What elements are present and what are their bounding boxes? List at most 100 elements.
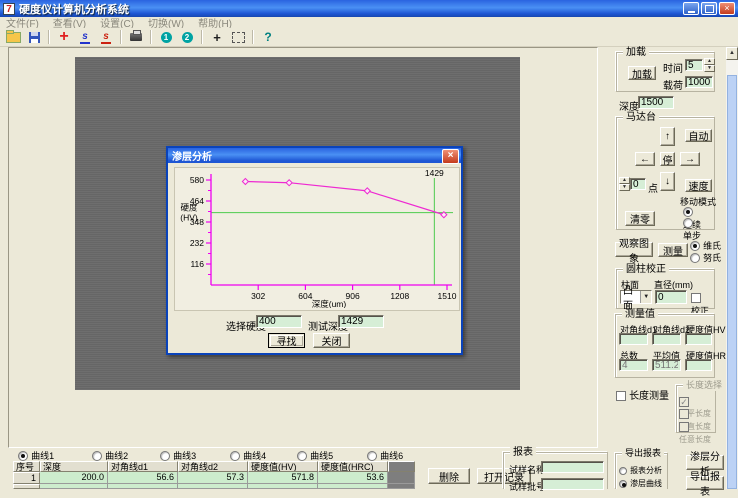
objective-2-icon[interactable]: 2 bbox=[178, 30, 196, 45]
sample-name-label: 试样名称 bbox=[509, 463, 545, 476]
svg-text:232: 232 bbox=[190, 238, 204, 248]
layer-curve-radio[interactable]: 渗层曲线 bbox=[619, 477, 662, 489]
chart-area: 142958046434823211630260490612081510硬度(H… bbox=[174, 167, 460, 311]
open-file-icon[interactable] bbox=[4, 30, 22, 45]
save-icon[interactable] bbox=[25, 30, 43, 45]
load-group-title: 加载 bbox=[623, 47, 649, 58]
total-value-field bbox=[619, 359, 648, 371]
svg-text:302: 302 bbox=[251, 291, 265, 301]
report-group: 报表 试样名称 试样批号 bbox=[503, 452, 608, 489]
diameter-input[interactable] bbox=[655, 290, 687, 304]
motor-auto-button[interactable]: 自动 bbox=[685, 129, 712, 142]
close-button[interactable]: × bbox=[719, 2, 735, 15]
sample-batch-input[interactable] bbox=[541, 478, 604, 490]
load-button[interactable]: 加载 bbox=[628, 66, 656, 80]
avg-value-field bbox=[652, 359, 681, 371]
clear-zero-button[interactable]: 清零 bbox=[625, 211, 655, 226]
dialog-title-bar[interactable]: 渗层分析 × bbox=[168, 148, 461, 163]
standard-block-2-icon[interactable]: s bbox=[97, 30, 115, 45]
sample-name-input[interactable] bbox=[541, 461, 604, 473]
marquee-icon[interactable] bbox=[229, 30, 247, 45]
control-panel: 加载 加载 时间 ▲▼ 载荷 深度 马达台 ↑ 自动 ← 停 → ↓ ▲▼ 点 … bbox=[600, 47, 726, 489]
sample-batch-label: 试样批号 bbox=[509, 480, 545, 493]
app-icon: 7 bbox=[3, 3, 15, 15]
measurement-table: 序号 深度 对角线d1 对角线d2 硬度值(HV) 硬度值(HRC) 1 200… bbox=[13, 461, 415, 489]
speed-button[interactable]: 速度 bbox=[685, 179, 712, 192]
minimize-button[interactable] bbox=[683, 2, 699, 15]
motor-right-button[interactable]: → bbox=[680, 152, 700, 166]
checkbox-icon: ✓ bbox=[679, 397, 689, 407]
table-row[interactable]: 1 200.0 56.6 57.3 571.8 53.6 bbox=[13, 472, 415, 484]
motor-left-button[interactable]: ← bbox=[635, 152, 655, 166]
layer-analysis-dialog: 渗层分析 × 142958046434823211630260490612081… bbox=[166, 146, 463, 355]
help-icon[interactable]: ? bbox=[259, 30, 277, 45]
svg-text:硬度: 硬度 bbox=[180, 203, 198, 213]
checkbox-icon bbox=[616, 391, 626, 401]
force-input[interactable] bbox=[685, 76, 713, 88]
table-header-row: 序号 深度 对角线d1 对角线d2 硬度值(HV) 硬度值(HRC) bbox=[13, 461, 415, 472]
depth-label: 深度 bbox=[619, 98, 639, 113]
menu-bar: 文件(F) 查看(V) 设置(C) 切换(W) 帮助(H) bbox=[0, 17, 738, 28]
export-report-button[interactable]: 导出报表 bbox=[686, 476, 724, 490]
radio-icon bbox=[230, 451, 240, 461]
radio-icon bbox=[160, 451, 170, 461]
depth-input[interactable] bbox=[638, 96, 674, 109]
point-spinner[interactable]: ▲▼ bbox=[619, 177, 630, 191]
motor-stop-button[interactable]: 停 bbox=[660, 152, 675, 166]
select-hardness-input[interactable] bbox=[256, 315, 302, 328]
objective-1-icon[interactable]: 1 bbox=[157, 30, 175, 45]
motor-group: 马达台 ↑ 自动 ← 停 → ↓ ▲▼ 点 速度 移动模式 连续 单步 清零 bbox=[616, 117, 715, 230]
table-row-partial bbox=[13, 484, 415, 489]
standard-block-1-icon[interactable]: s bbox=[76, 30, 94, 45]
time-spinner[interactable]: ▲▼ bbox=[704, 58, 715, 72]
time-input[interactable] bbox=[685, 59, 703, 71]
length-select-title: 长度选择 bbox=[683, 380, 725, 391]
measure-button[interactable]: 测量 bbox=[658, 243, 688, 257]
point-input[interactable] bbox=[630, 178, 646, 190]
values-group: 测量值 对角线d1 对角线d2 硬度值HV 总数 平均值 硬度值HRC bbox=[615, 314, 715, 378]
radio-icon bbox=[683, 207, 693, 217]
surface-combobox[interactable]: 凸面 ▼ bbox=[620, 290, 652, 304]
force-label: 载荷 bbox=[663, 77, 683, 92]
find-button[interactable]: 寻找 bbox=[268, 333, 305, 348]
point-label: 点 bbox=[648, 180, 658, 195]
knoop-radio[interactable]: 努氏 bbox=[690, 251, 721, 264]
scrollbar-thumb[interactable] bbox=[727, 75, 737, 489]
toolbar: + s s 1 2 + ? bbox=[0, 28, 738, 47]
motor-down-button[interactable]: ↓ bbox=[660, 172, 675, 191]
dialog-close-button[interactable]: 关闭 bbox=[313, 333, 350, 348]
motor-up-button[interactable]: ↑ bbox=[660, 127, 675, 146]
right-scrollbar[interactable]: ▲ bbox=[726, 47, 738, 489]
length-measure-checkbox[interactable]: 长度测量 bbox=[616, 387, 669, 402]
cylinder-group-title: 圆柱校正 bbox=[623, 264, 669, 275]
radio-icon bbox=[619, 480, 627, 488]
measure-cross-icon[interactable]: + bbox=[208, 30, 226, 45]
report-analysis-radio[interactable]: 报表分析 bbox=[619, 464, 662, 476]
svg-text:(HV): (HV) bbox=[180, 213, 198, 223]
test-depth-input[interactable] bbox=[338, 315, 384, 328]
delete-button[interactable]: 删除 bbox=[428, 468, 470, 484]
svg-text:580: 580 bbox=[190, 175, 204, 185]
svg-text:116: 116 bbox=[190, 259, 204, 269]
radio-icon bbox=[297, 451, 307, 461]
length-select-group: 长度选择 ✓ 水平长度 垂直长度 任意长度 bbox=[676, 385, 716, 433]
checkbox-icon bbox=[691, 293, 701, 303]
scroll-up-icon[interactable]: ▲ bbox=[726, 47, 738, 60]
dialog-title: 渗层分析 bbox=[172, 148, 212, 163]
svg-text:深度(um): 深度(um) bbox=[312, 299, 347, 308]
dialog-close-icon[interactable]: × bbox=[442, 149, 459, 164]
restore-button[interactable] bbox=[701, 2, 717, 15]
svg-text:1208: 1208 bbox=[390, 291, 409, 301]
load-group: 加载 加载 时间 ▲▼ 载荷 bbox=[616, 52, 715, 92]
radio-icon bbox=[690, 253, 700, 263]
print-icon[interactable] bbox=[127, 30, 145, 45]
crosshair-icon[interactable]: + bbox=[55, 30, 73, 45]
chevron-down-icon[interactable]: ▼ bbox=[640, 291, 651, 303]
observe-image-button[interactable]: 观察图象 bbox=[615, 242, 653, 257]
d2-value-field bbox=[652, 333, 681, 345]
radio-icon bbox=[619, 467, 627, 475]
hv-value-field bbox=[685, 333, 712, 345]
radio-icon bbox=[683, 218, 693, 228]
svg-text:906: 906 bbox=[346, 291, 360, 301]
layer-curve-chart: 142958046434823211630260490612081510硬度(H… bbox=[175, 168, 457, 308]
